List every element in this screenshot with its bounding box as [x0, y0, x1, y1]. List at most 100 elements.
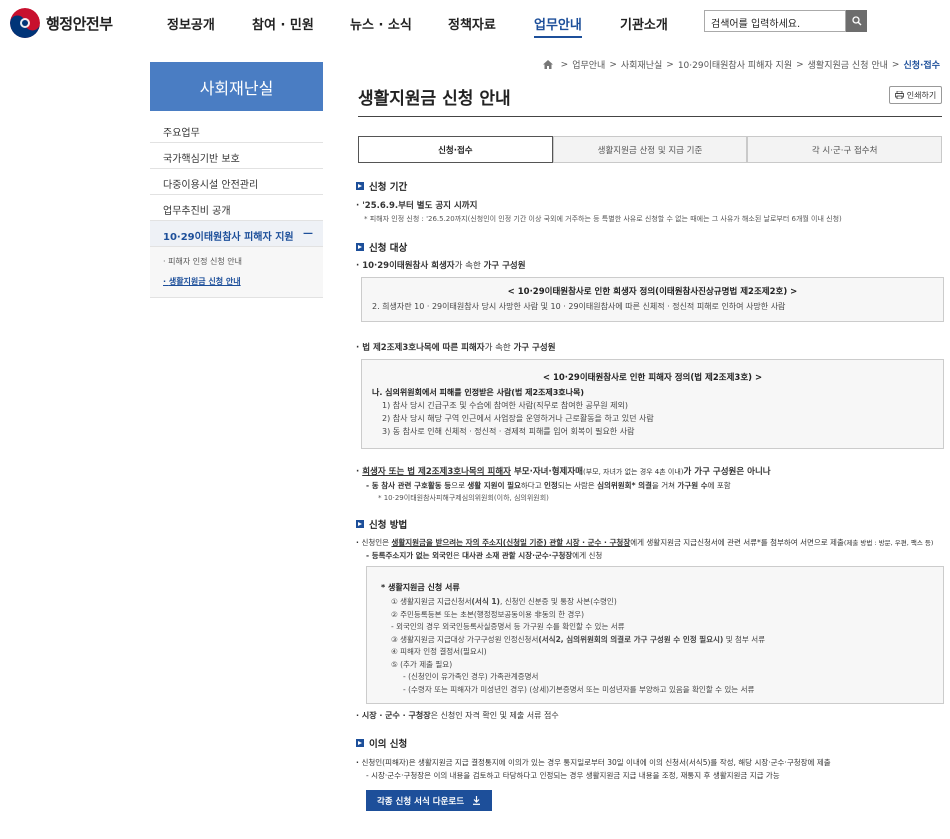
breadcrumb-sep: >	[891, 59, 900, 70]
box-line: - (신청인이 유가족인 경우) 가족관계증명서	[403, 672, 539, 681]
text: ① 생활지원금 지급신청서	[391, 597, 472, 606]
text: , 신청인 신분증 및 통장 사본(수령인)	[500, 597, 617, 606]
nav-work[interactable]: 업무안내	[534, 14, 582, 38]
text: 으로	[451, 481, 468, 490]
box-line: 1) 참사 당시 긴급구조 및 수습에 참여한 사람(직무로 참여한 공무원 제…	[382, 401, 628, 410]
sidebar-item-label: 10·29이태원참사 피해자 지원	[163, 232, 294, 243]
tab-offices[interactable]: 각 시·군·구 접수처	[747, 136, 943, 163]
text-bold: 가구 구성원	[513, 343, 556, 353]
breadcrumb-item[interactable]: 업무안내	[572, 58, 605, 71]
search-button[interactable]	[846, 10, 867, 32]
nav-news[interactable]: 뉴스 · 소식	[350, 14, 414, 38]
text: 에게 생활지원금 지급신청서에 관련 서류*를 첨부하여 서면으로 제출	[630, 538, 844, 547]
section-title-text: 신청 방법	[369, 520, 408, 531]
nav-policy[interactable]: 정책자료	[448, 14, 496, 38]
sidebar-item-itaewon-support[interactable]: 10·29이태원참사 피해자 지원 —	[150, 221, 323, 247]
logo-text: 행정안전부	[46, 14, 113, 33]
text-bold: - 등록주소지가 없는 외국인	[366, 551, 453, 560]
text-bold: 인정	[543, 481, 558, 490]
target-line-3: 희생자 또는 법 제2조제3호나목의 피해자 부모·자녀·형제자매(부모, 자녀…	[356, 466, 944, 479]
box-line: ③ 생활지원금 지급대상 가구구성원 인정신청서(서식2, 심의위원회의 의결로…	[381, 634, 929, 647]
nav-info[interactable]: 정보공개	[167, 14, 215, 38]
download-forms-button[interactable]: 각종 신청 서식 다운로드	[366, 790, 492, 811]
box-line: 2) 참사 당시 해당 구역 인근에서 사업장을 운영하거나 근로활동을 하고 …	[382, 414, 654, 423]
text-bold: 부모·자녀·형제자매	[511, 467, 583, 477]
box-heading: < 10·29이태원참사로 인한 피해자 정의(법 제2조제3호) >	[542, 373, 763, 383]
text: 에 포함	[707, 481, 731, 490]
section-title: 신청 방법	[356, 516, 944, 532]
breadcrumb-sep: >	[666, 59, 674, 70]
text: ③ 생활지원금 지급대상 가구구성원 인정신청서	[391, 634, 539, 644]
text-bold: 심의위원회* 의결	[597, 481, 652, 490]
breadcrumb-sep: >	[609, 59, 617, 70]
text-bold: 10·29이태원참사 희생자	[362, 261, 455, 271]
text: 가 속한	[484, 343, 514, 353]
text-underlined: 희생자 또는 법 제2조제3호나목의 피해자	[362, 467, 511, 477]
period-text: '25.6.9.부터 별도 공지 시까지	[356, 200, 944, 213]
main-nav: 정보공개 참여 · 민원 뉴스 · 소식 정책자료 업무안내 기관소개	[167, 14, 668, 38]
section-title: 신청 기간	[356, 178, 944, 194]
arrow-box-icon	[356, 243, 364, 251]
definition-box-sufferer: < 10·29이태원참사로 인한 피해자 정의(법 제2조제3호) > 나. 심…	[361, 359, 944, 449]
nav-participation[interactable]: 참여 · 민원	[252, 14, 315, 38]
tab-application[interactable]: 신청·접수	[358, 136, 553, 163]
sidebar-menu: 주요업무 국가핵심기반 보호 다중이용시설 안전관리 업무추진비 공개 10·2…	[150, 117, 323, 298]
section-title-text: 이의 신청	[369, 739, 408, 750]
text: 신청인은	[361, 538, 392, 547]
home-icon[interactable]	[542, 60, 553, 69]
nav-about[interactable]: 기관소개	[620, 14, 668, 38]
print-button[interactable]: 인쇄하기	[889, 86, 942, 104]
box-line: - 외국인의 경우 외국인등록사실증명서 등 가구원 수를 확인할 수 있는 서…	[391, 622, 625, 631]
tab-criteria[interactable]: 생활지원금 산정 및 지급 기준	[552, 136, 748, 163]
box-line: - (수령자 또는 피해자가 미성년인 경우) (상세)기본증명서 또는 미성년…	[403, 684, 755, 694]
text: 에게 신청	[572, 551, 603, 560]
collapse-icon[interactable]: —	[303, 228, 313, 246]
print-label: 인쇄하기	[906, 90, 937, 100]
sidebar-submenu: · 피해자 인정 신청 안내 · 생활지원금 신청 안내	[150, 247, 323, 298]
sidebar-item-main-work[interactable]: 주요업무	[150, 117, 323, 143]
documents-box: * 생활지원금 신청 서류 ① 생활지원금 지급신청서(서식 1), 신청인 신…	[366, 566, 944, 704]
box-line: ④ 피해자 인정 결정서(필요시)	[391, 647, 487, 656]
arrow-box-icon	[356, 182, 364, 190]
sidebar-subitem-victim-recognition[interactable]: · 피해자 인정 신청 안내	[163, 252, 323, 272]
text-bold: (서식 1)	[471, 597, 501, 606]
breadcrumb-item[interactable]: 생활지원금 신청 안내	[808, 58, 888, 71]
period-note: * 피해자 인정 신청 : '26.5.20까지(신청인이 인정 기간 이상 국…	[364, 215, 842, 223]
objection-line: 신청인(피해자)은 생활지원금 지급 결정통지에 이의가 있는 경우 통지일로부…	[356, 756, 944, 769]
breadcrumb-item[interactable]: 10·29이태원참사 피해자 지원	[678, 58, 792, 71]
sidebar-item-expenses[interactable]: 업무추진비 공개	[150, 195, 323, 221]
text-small: (부모, 자녀가 없는 경우 4촌 이내)	[582, 468, 684, 476]
search-icon	[851, 16, 861, 26]
definition-box-victim: < 10·29이태원참사로 인한 희생자 정의(이태원참사진상규명법 제2조제2…	[361, 277, 944, 322]
text: 은	[452, 551, 463, 560]
text: 되는 사람은	[557, 481, 598, 490]
objection-dash: - 시장·군수·구청장은 이의 내용을 검토하고 타당하다고 인정되는 경우 생…	[366, 771, 780, 780]
section-title: 신청 대상	[356, 239, 944, 255]
sidebar-subitem-label: 피해자 인정 신청 안내	[168, 257, 242, 266]
text: 및 첨부 서류	[723, 634, 766, 644]
search-input[interactable]: 검색어를 입력하세요.	[704, 10, 846, 32]
text-bold: 시장 · 군수 · 구청장	[361, 711, 431, 720]
sidebar-subitem-living-support[interactable]: · 생활지원금 신청 안내	[163, 272, 323, 292]
target-dash: - 동 참사 관련 구호활동 등으로 생활 지원이 필요하다고 인정되는 사람은…	[356, 479, 944, 492]
box-heading: * 생활지원금 신청 서류	[381, 583, 460, 592]
site-logo[interactable]: 행정안전부	[10, 8, 113, 38]
arrow-box-icon	[356, 739, 364, 747]
text-bold: 법 제2조제3호나목에 따른 피해자	[362, 343, 485, 353]
box-line: 나. 심의위원회에서 피해를 인정받은 사람(법 제2조제3호나목)	[372, 388, 585, 397]
site-header: 행정안전부 정보공개 참여 · 민원 뉴스 · 소식 정책자료 업무안내 기관소…	[0, 0, 950, 46]
text: 가 속한	[454, 261, 484, 271]
box-heading: < 10·29이태원참사로 인한 희생자 정의(이태원참사진상규명법 제2조제2…	[507, 287, 798, 297]
breadcrumb-item[interactable]: 사회재난실	[621, 58, 662, 71]
printer-icon	[894, 91, 904, 99]
box-line: ② 주민등록등본 또는 초본(행정정보공동이용 非동의 한 경우)	[391, 609, 585, 619]
sidebar-item-facility-safety[interactable]: 다중이용시설 안전관리	[150, 169, 323, 195]
download-label: 각종 신청 서식 다운로드	[376, 796, 465, 807]
target-line-2: 법 제2조제3호나목에 따른 피해자가 속한 가구 구성원	[356, 342, 944, 355]
committee-note: * 10·29이태원참사피해구제심의위원회(이하, 심의위원회)	[378, 494, 549, 502]
section-title: 이의 신청	[356, 735, 944, 751]
sidebar-item-infrastructure[interactable]: 국가핵심기반 보호	[150, 143, 323, 169]
text-small: (제출 방법 : 방문, 우편, 팩스 등)	[843, 539, 934, 547]
download-icon	[473, 796, 481, 805]
box-line: ⑤ (추가 제출 필요)	[391, 659, 453, 669]
